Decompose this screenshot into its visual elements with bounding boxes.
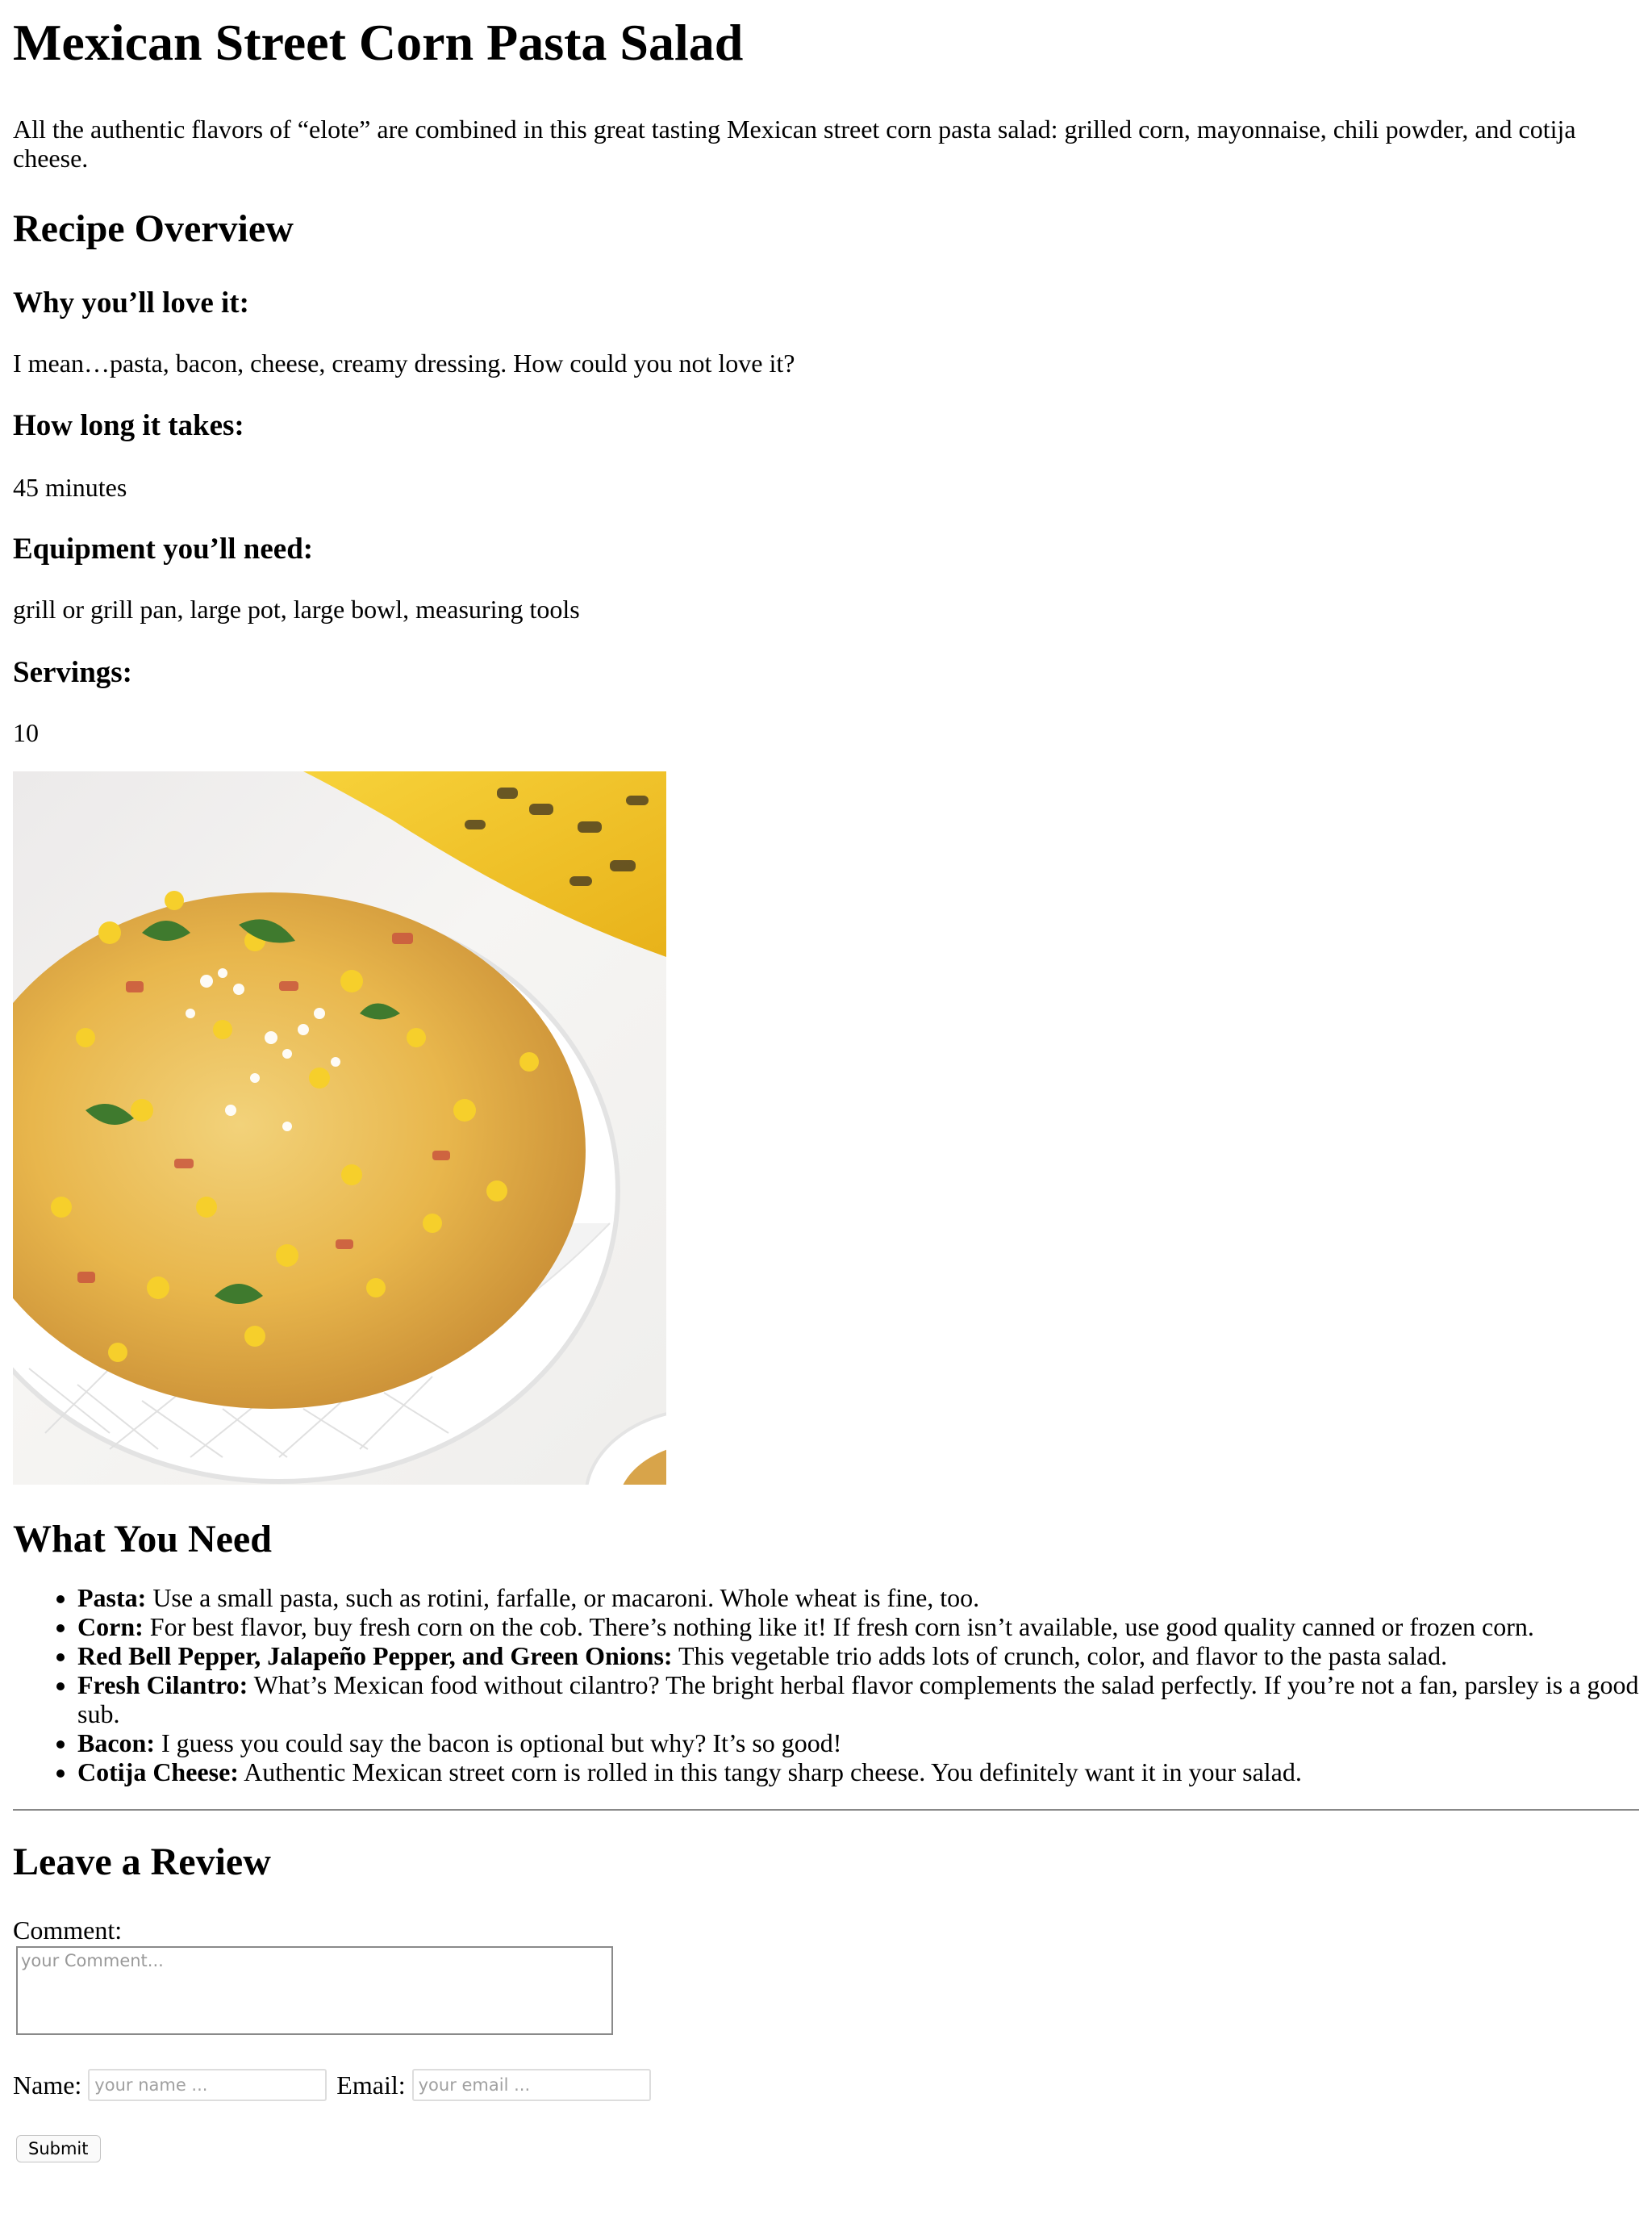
recipe-page: Mexican Street Corn Pasta Salad All the … xyxy=(0,10,1652,2162)
submit-button[interactable]: Submit xyxy=(16,2135,101,2162)
ingredient-text: What’s Mexican food without cilantro? Th… xyxy=(77,1670,1639,1728)
list-item: Corn: For best flavor, buy fresh corn on… xyxy=(77,1612,1639,1641)
name-email-row: Name: Email: xyxy=(13,2069,1639,2101)
recipe-overview-heading: Recipe Overview xyxy=(13,207,294,250)
ingredients-list: Pasta: Use a small pasta, such as rotini… xyxy=(13,1583,1639,1786)
ingredient-term: Bacon: xyxy=(77,1728,155,1757)
overview-label-why: Why you’ll love it: xyxy=(13,286,249,320)
email-label: Email: xyxy=(336,2070,406,2100)
ingredient-text: This vegetable trio adds lots of crunch,… xyxy=(672,1641,1448,1670)
leave-review-heading: Leave a Review xyxy=(13,1841,271,1883)
ingredient-text: Authentic Mexican street corn is rolled … xyxy=(238,1757,1302,1786)
section-divider xyxy=(13,1809,1639,1811)
list-item: Bacon: I guess you could say the bacon i… xyxy=(77,1728,1639,1757)
overview-label-servings: Servings: xyxy=(13,656,132,689)
overview-value-time: 45 minutes xyxy=(13,473,127,502)
ingredient-text: Use a small pasta, such as rotini, farfa… xyxy=(146,1583,980,1612)
list-item: Cotija Cheese: Authentic Mexican street … xyxy=(77,1757,1639,1786)
ingredient-text: For best flavor, buy fresh corn on the c… xyxy=(143,1612,1534,1641)
overview-value-equipment: grill or grill pan, large pot, large bow… xyxy=(13,595,580,624)
name-label: Name: xyxy=(13,2070,82,2100)
page-title: Mexican Street Corn Pasta Salad xyxy=(13,14,744,71)
ingredient-text: I guess you could say the bacon is optio… xyxy=(155,1728,842,1757)
email-input[interactable] xyxy=(411,2069,651,2101)
overview-value-why: I mean…pasta, bacon, cheese, creamy dres… xyxy=(13,349,795,378)
list-item: Red Bell Pepper, Jalapeño Pepper, and Gr… xyxy=(77,1641,1639,1670)
ingredient-term: Fresh Cilantro: xyxy=(77,1670,248,1699)
list-item: Fresh Cilantro: What’s Mexican food with… xyxy=(77,1670,1639,1728)
name-input[interactable] xyxy=(88,2069,327,2101)
ingredient-term: Pasta: xyxy=(77,1583,147,1612)
ingredient-term: Red Bell Pepper, Jalapeño Pepper, and Gr… xyxy=(77,1641,673,1670)
pasta-salad-photo xyxy=(13,771,666,1485)
overview-label-equipment: Equipment you’ll need: xyxy=(13,533,314,566)
ingredient-term: Corn: xyxy=(77,1612,144,1641)
comment-label: Comment: xyxy=(13,1916,123,1945)
overview-value-servings: 10 xyxy=(13,718,39,747)
what-you-need-heading: What You Need xyxy=(13,1518,272,1561)
intro-text: All the authentic flavors of “elote” are… xyxy=(13,115,1576,173)
review-form: Comment: Name: Email: Submit xyxy=(13,1916,1639,2162)
overview-label-time: How long it takes: xyxy=(13,409,244,442)
list-item: Pasta: Use a small pasta, such as rotini… xyxy=(77,1583,1639,1612)
comment-textarea[interactable] xyxy=(16,1946,613,2035)
ingredient-term: Cotija Cheese: xyxy=(77,1757,239,1786)
pasta-salad-photo-art xyxy=(13,771,666,1485)
